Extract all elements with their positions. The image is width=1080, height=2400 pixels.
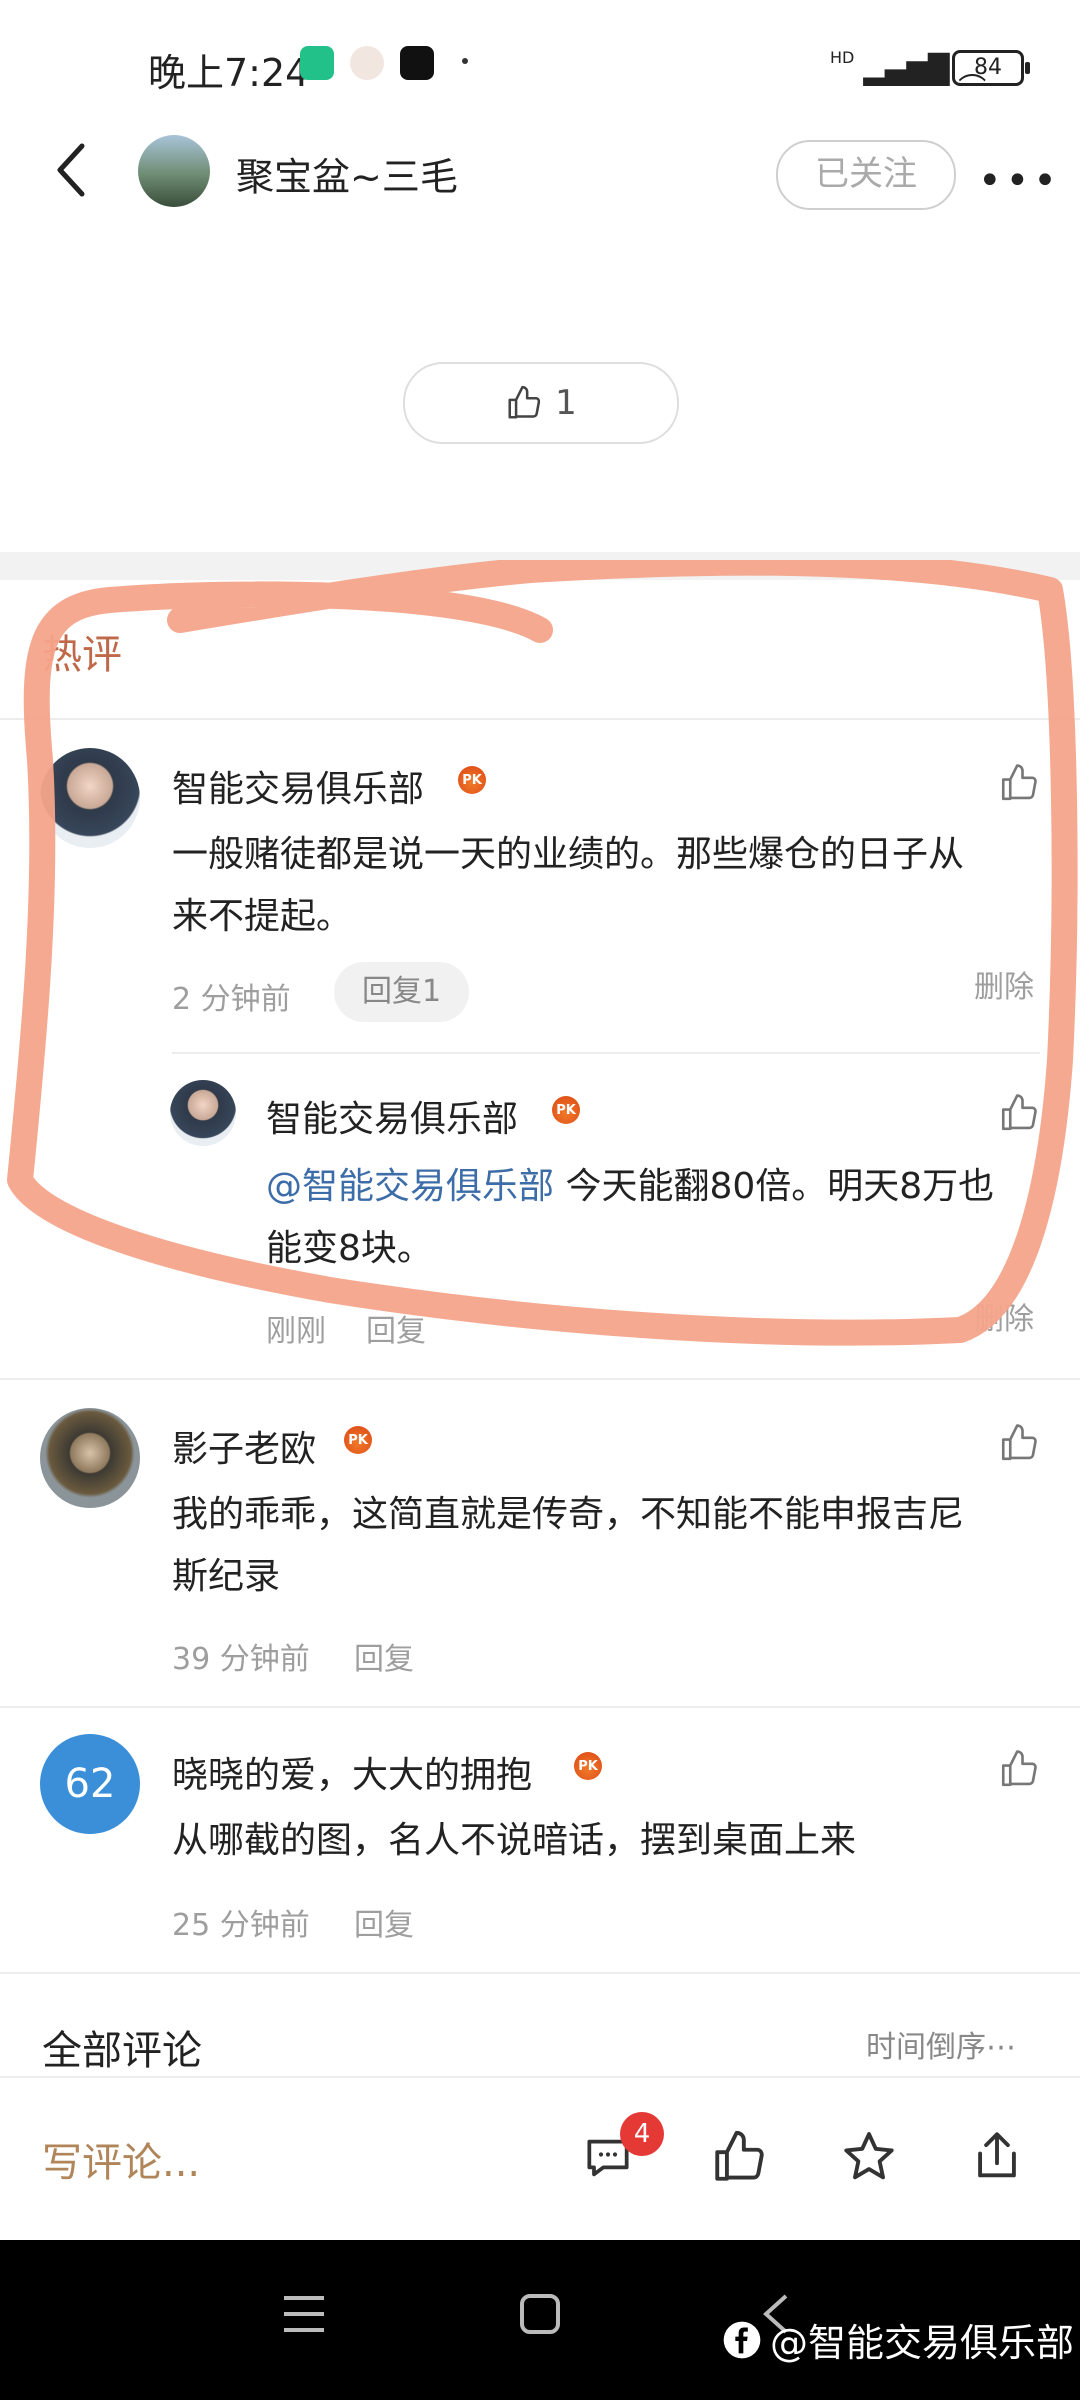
battery-icon: 84 bbox=[952, 50, 1030, 86]
pk-fire-icon: PK bbox=[458, 766, 486, 794]
comment-like-icon[interactable] bbox=[998, 762, 1040, 804]
reply-text: @智能交易俱乐部 今天能翻80倍。明天8万也 能变8块。 bbox=[266, 1166, 995, 1269]
divider bbox=[0, 718, 1080, 720]
thumbs-up-icon bbox=[508, 385, 541, 419]
comment-time: 2 分钟前 bbox=[172, 982, 291, 1017]
like-icon[interactable] bbox=[710, 2128, 768, 2190]
platform-logo-icon bbox=[723, 2321, 761, 2358]
divider bbox=[172, 1052, 1040, 1054]
pk-fire-icon: PK bbox=[552, 1096, 580, 1124]
reply-time: 刚刚 bbox=[266, 1314, 326, 1349]
watermark: @智能交易俱乐部 bbox=[722, 2312, 1074, 2367]
comment-text: 我的乖乖，这简直就是传奇，不知能不能申报吉尼 斯纪录 bbox=[172, 1494, 965, 1597]
comment-text: 从哪截的图，名人不说暗话，摆到桌面上来 bbox=[172, 1820, 857, 1861]
like-count: 1 bbox=[555, 383, 577, 423]
reply-like-icon[interactable] bbox=[998, 1092, 1040, 1134]
divider bbox=[0, 1706, 1080, 1708]
star-icon[interactable] bbox=[840, 2128, 898, 2190]
delete-button[interactable]: 删除 bbox=[974, 962, 1034, 1006]
more-notifications-icon bbox=[462, 58, 468, 64]
comment-avatar[interactable] bbox=[40, 1408, 140, 1508]
hot-comments-title: 热评 bbox=[42, 632, 122, 678]
tiktok-app-icon bbox=[400, 46, 434, 80]
reply-author-name[interactable]: 智能交易俱乐部 bbox=[266, 1090, 518, 1142]
comment-time: 25 分钟前 bbox=[172, 1908, 310, 1943]
post-like-button[interactable]: 1 bbox=[403, 362, 679, 444]
pk-fire-icon: PK bbox=[344, 1426, 372, 1454]
author-avatar[interactable] bbox=[138, 135, 210, 207]
author-name[interactable]: 聚宝盆~三毛 bbox=[236, 146, 458, 201]
comment-count-badge: 4 bbox=[620, 2112, 664, 2156]
delete-button[interactable]: 删除 bbox=[974, 1294, 1034, 1338]
share-icon[interactable] bbox=[968, 2126, 1026, 2190]
section-separator bbox=[0, 552, 1080, 580]
comment-author-name[interactable]: 晓晓的爱，大大的拥抱 bbox=[172, 1746, 532, 1798]
comment-like-icon[interactable] bbox=[998, 1748, 1040, 1790]
home-nav-icon[interactable] bbox=[516, 2290, 564, 2342]
follow-button[interactable]: 已关注 bbox=[776, 140, 956, 210]
mention-link[interactable]: @智能交易俱乐部 bbox=[266, 1166, 554, 1207]
avatar-app-icon bbox=[350, 46, 384, 80]
divider bbox=[0, 1972, 1080, 1974]
reply-avatar[interactable] bbox=[170, 1080, 236, 1146]
back-button[interactable] bbox=[48, 140, 98, 200]
shield-app-icon bbox=[300, 46, 334, 80]
reply-button[interactable]: 回复 bbox=[366, 1306, 426, 1350]
write-comment-input[interactable]: 写评论... bbox=[42, 2130, 200, 2188]
menu-nav-icon[interactable] bbox=[280, 2292, 328, 2340]
comment-author-name[interactable]: 影子老欧 bbox=[172, 1420, 316, 1472]
comment-like-icon[interactable] bbox=[998, 1422, 1040, 1464]
sort-order-button[interactable]: 时间倒序⋯ bbox=[866, 2022, 1016, 2066]
comment-time: 39 分钟前 bbox=[172, 1642, 310, 1677]
reply-button[interactable]: 回复 bbox=[354, 1634, 414, 1678]
status-bar: 晚上7:24 HD ▂▄▆█ ︵ 84 bbox=[0, 0, 1080, 130]
comment-avatar[interactable]: 62 bbox=[40, 1734, 140, 1834]
divider bbox=[0, 1378, 1080, 1380]
status-time: 晚上7:24 bbox=[148, 51, 310, 95]
comment-avatar[interactable] bbox=[40, 748, 140, 848]
comment-text: 一般赌徒都是说一天的业绩的。那些爆仓的日子从 来不提起。 bbox=[172, 834, 965, 937]
all-comments-title: 全部评论 bbox=[42, 2028, 202, 2074]
reply-count-button[interactable]: 回复1 bbox=[334, 962, 470, 1022]
more-options-icon[interactable]: ••• bbox=[978, 158, 1061, 204]
pk-fire-icon: PK bbox=[574, 1752, 602, 1780]
comment-author-name[interactable]: 智能交易俱乐部 bbox=[172, 760, 424, 812]
reply-button[interactable]: 回复 bbox=[354, 1900, 414, 1944]
